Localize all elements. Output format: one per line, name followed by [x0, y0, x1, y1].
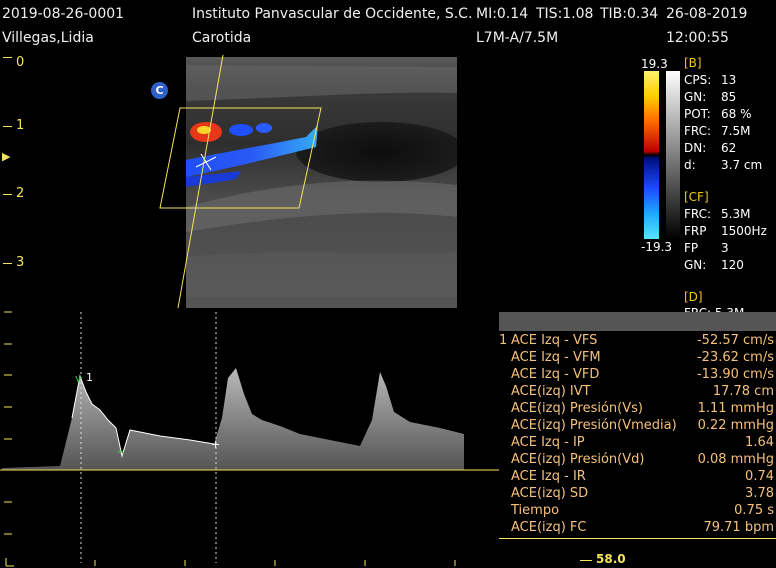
cursor-number-label: 1: [86, 371, 93, 384]
param-b-5: d: 3.7 cm: [684, 158, 763, 172]
measurement-list: 1 ACE Izq - VFS -52.57 cm/s ACE Izq - VFM -…: [499, 333, 776, 537]
exam-date: 26-08-2019: [666, 6, 748, 22]
measurement-row: ACE Izq - IR 0.74: [511, 469, 774, 484]
doppler-spectrum[interactable]: v ^ +: [0, 308, 499, 568]
measurement-row: ACE(izq) Presión(Vs) 1.11 mmHg: [511, 401, 774, 416]
measurement-panel-header: [499, 312, 776, 331]
color-roi-box: [159, 107, 322, 209]
exam-preset: Carotida: [192, 30, 252, 46]
depth-label-1: 1: [16, 118, 25, 133]
spectral-envelope: [2, 368, 464, 470]
color-velocity-bar: [644, 71, 659, 239]
param-cf-2: FP 3: [684, 241, 729, 255]
param-b-0: CPS: 13: [684, 73, 737, 87]
d-section-title: [D]: [684, 290, 703, 304]
b-section-title: [B]: [684, 56, 702, 70]
colorbar-min: -19.3: [641, 240, 673, 254]
study-id: 2019-08-26-0001: [2, 6, 125, 22]
measurement-row: ACE Izq - VFM -23.62 cm/s: [511, 350, 774, 365]
institution-name: Instituto Panvascular de Occidente, S.C.: [192, 6, 473, 22]
param-cf-3: GN: 120: [684, 258, 744, 272]
depth-label-2: 2: [16, 186, 25, 201]
param-b-4: DN: 62: [684, 141, 737, 155]
measurement-row: Tiempo 0.75 s: [511, 503, 774, 518]
velocity-scale-ticks: [4, 311, 12, 535]
depth-label-0: 0: [16, 55, 25, 70]
measurement-row: ACE Izq - IP 1.64: [511, 435, 774, 450]
param-b-3: FRC: 7.5M: [684, 124, 751, 138]
doppler-cursor-line: [177, 54, 224, 309]
sweep-scale-marker: [580, 560, 592, 561]
tis-readout: TIS:1.08: [536, 6, 594, 22]
sweep-scale-value: 58.0: [596, 552, 626, 566]
measurement-row: ACE(izq) IVT 17.78 cm: [511, 384, 774, 399]
peak-marker-icon: v: [75, 372, 82, 385]
measurement-row: ACE(izq) Presión(Vd) 0.08 mmHg: [511, 452, 774, 467]
measurement-panel-divider: [499, 538, 776, 539]
diastolic-marker-icon: ^: [116, 448, 125, 461]
color-roi-overlay[interactable]: [150, 50, 330, 312]
exam-time: 12:00:55: [666, 30, 729, 46]
measurement-row: ACE(izq) Presión(Vmedia) 0.22 mmHg: [511, 418, 774, 433]
patient-name: Villegas,Lidia: [2, 30, 94, 46]
tib-readout: TIB:0.34: [600, 6, 659, 22]
param-cf-1: FRP 1500Hz: [684, 224, 767, 238]
colorbar-max: 19.3: [641, 57, 668, 71]
measurement-row: 1 ACE Izq - VFS -52.57 cm/s: [499, 333, 774, 348]
gray-scale-bar: [666, 71, 680, 239]
param-b-1: GN: 85: [684, 90, 737, 104]
param-cf-0: FRC: 5.3M: [684, 207, 751, 221]
param-b-2: POT: 68 %: [684, 107, 752, 121]
time-scale-ticks: [5, 558, 456, 567]
cf-section-title: [CF]: [684, 190, 709, 204]
depth-label-3: 3: [16, 255, 25, 270]
focus-marker-icon[interactable]: ▶: [2, 150, 10, 163]
end-marker-icon: +: [211, 438, 220, 451]
measurement-row: ACE(izq) SD 3.78: [511, 486, 774, 501]
measurement-row: ACE(izq) FC 79.71 bpm: [511, 520, 774, 535]
probe-info: L7M-A/7.5M: [476, 30, 559, 46]
measurement-row: ACE Izq - VFD -13.90 cm/s: [511, 367, 774, 382]
mi-readout: MI:0.14: [476, 6, 529, 22]
